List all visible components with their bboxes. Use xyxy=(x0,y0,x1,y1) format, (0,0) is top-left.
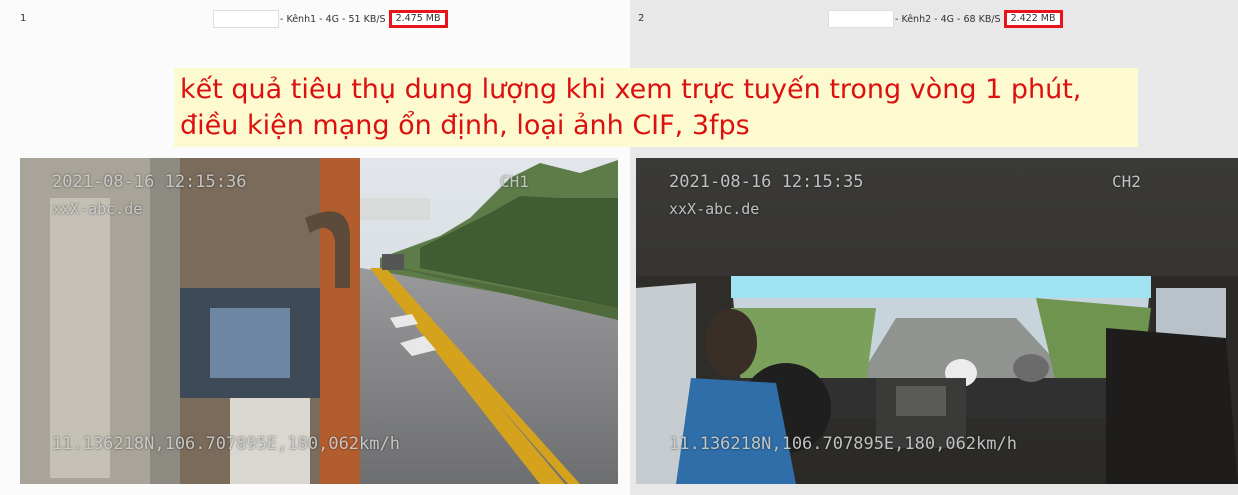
video-feed-ch2[interactable]: 2021-08-16 12:15:35 xxX-abc.de CH2 11.13… xyxy=(636,158,1238,484)
video-feed-ch1[interactable]: 2021-08-16 12:15:36 xxX-abc.de CH1 11.13… xyxy=(20,158,618,484)
osd-watermark: xxX-abc.de xyxy=(52,200,143,218)
osd-channel-label: CH2 xyxy=(1112,172,1141,191)
osd-gps-readout: 11.136218N,106.707895E,180,062km/h xyxy=(52,434,400,454)
osd-channel-label: CH1 xyxy=(500,172,529,191)
channel-title-bar: - Kênh2 - 4G - 68 KB/S 2.422 MB xyxy=(828,10,1063,28)
channel-title: - Kênh1 - 4G - 51 KB/S xyxy=(280,13,386,25)
osd-timestamp: 2021-08-16 12:15:35 xyxy=(669,172,864,192)
note-line-2: điều kiện mạng ổn định, loại ảnh CIF, 3f… xyxy=(180,110,750,141)
data-used-badge: 2.422 MB xyxy=(1003,10,1063,28)
pane-index: 1 xyxy=(20,13,27,24)
osd-timestamp: 2021-08-16 12:15:36 xyxy=(52,172,247,192)
pane-index: 2 xyxy=(638,13,645,24)
channel-title-bar: - Kênh1 - 4G - 51 KB/S 2.475 MB xyxy=(213,10,448,28)
osd-gps-readout: 11.136218N,106.707895E,180,062km/h xyxy=(669,434,1017,454)
redacted-label xyxy=(828,10,894,28)
note-line-1: kết quả tiêu thụ dung lượng khi xem trực… xyxy=(180,74,1082,105)
osd-watermark: xxX-abc.de xyxy=(669,200,760,218)
data-used-badge: 2.475 MB xyxy=(388,10,448,28)
annotation-note: kết quả tiêu thụ dung lượng khi xem trực… xyxy=(174,68,1138,147)
redacted-label xyxy=(213,10,279,28)
channel-title: - Kênh2 - 4G - 68 KB/S xyxy=(895,13,1001,25)
